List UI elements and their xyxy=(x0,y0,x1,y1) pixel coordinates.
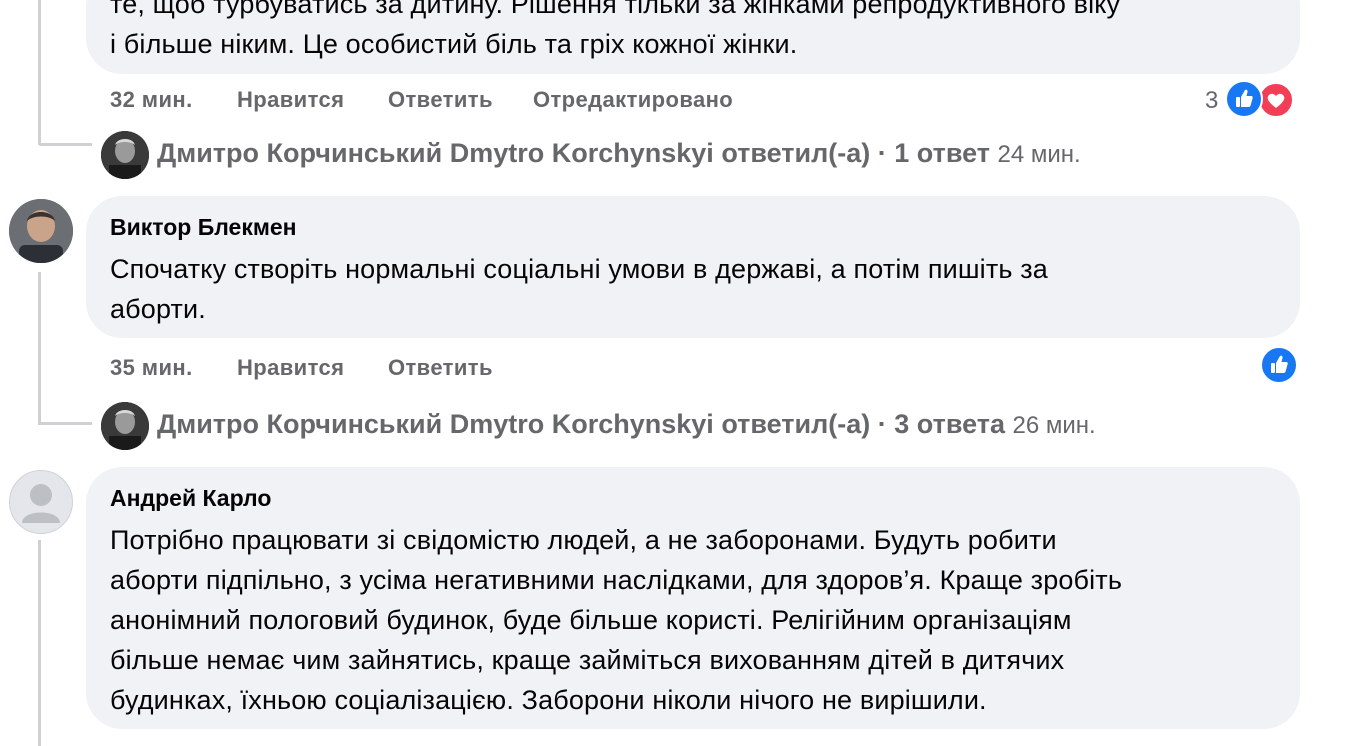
like-icon[interactable] xyxy=(1260,346,1298,384)
thread-line xyxy=(38,0,41,145)
reply-button[interactable]: Ответить xyxy=(388,355,493,381)
comment-bubble: Андрей Карло Потрібно працювати зі свідо… xyxy=(86,467,1300,729)
thread-line xyxy=(38,422,92,425)
comment-text: Спочатку створіть нормальні соціальні ум… xyxy=(110,254,1048,324)
reply-button[interactable]: Ответить xyxy=(388,87,493,113)
comment-author[interactable]: Виктор Блекмен xyxy=(110,214,1276,241)
comment-author[interactable]: Андрей Карло xyxy=(110,485,1276,512)
reaction-count[interactable]: 3 xyxy=(1205,87,1219,115)
comment-time[interactable]: 35 мин. xyxy=(110,355,193,381)
like-icon[interactable] xyxy=(1225,80,1263,118)
thread-line xyxy=(38,540,41,746)
avatar[interactable] xyxy=(9,199,73,263)
comment-text: те, щоб турбуватись за дитину. Рішення т… xyxy=(110,0,1121,59)
comment-bubble: те, щоб турбуватись за дитину. Рішення т… xyxy=(86,0,1300,74)
thread-line xyxy=(38,143,92,146)
comment-time[interactable]: 32 мин. xyxy=(110,87,193,113)
replies-link[interactable]: Дмитро Корчинський Dmytro Korchynskyi от… xyxy=(157,409,1096,440)
like-button[interactable]: Нравится xyxy=(237,355,344,381)
avatar[interactable] xyxy=(101,131,149,179)
comment-bubble: Виктор Блекмен Спочатку створіть нормаль… xyxy=(86,196,1300,338)
comment-text: Потрібно працювати зі свідомістю людей, … xyxy=(110,525,1123,715)
replies-link[interactable]: Дмитро Корчинський Dmytro Korchynskyi от… xyxy=(157,138,1081,169)
like-button[interactable]: Нравится xyxy=(237,87,344,113)
love-icon[interactable] xyxy=(1258,82,1294,118)
edited-label: Отредактировано xyxy=(533,87,734,112)
avatar[interactable] xyxy=(101,402,149,450)
avatar[interactable] xyxy=(9,470,73,534)
thread-line xyxy=(38,272,41,424)
